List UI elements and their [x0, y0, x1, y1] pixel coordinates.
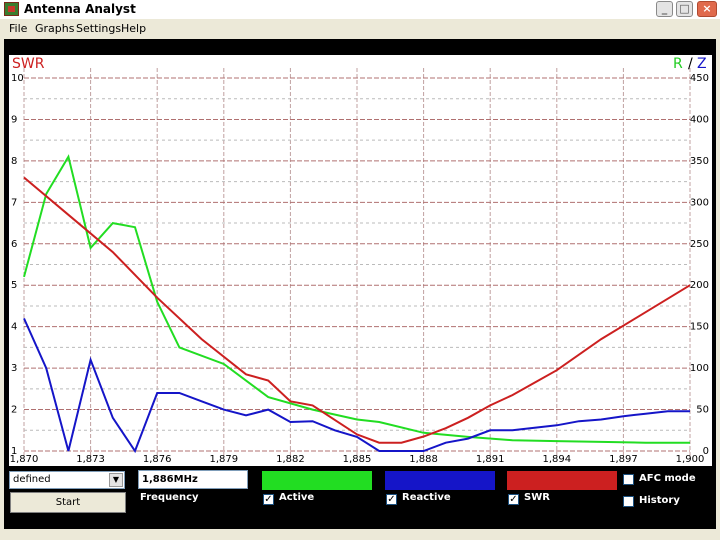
mode-select-value: defined [13, 474, 51, 485]
y-right-tick-label: 250 [690, 239, 709, 250]
reactive-color-swatch[interactable] [385, 471, 495, 490]
y-right-tick-label: 0 [703, 446, 709, 457]
frequency-label: Frequency [140, 492, 199, 503]
afc-mode-label: AFC mode [639, 473, 696, 484]
y-left-tick-label: 2 [11, 405, 17, 416]
x-tick-label: 1,897 [609, 454, 638, 465]
x-tick-label: 1,885 [343, 454, 372, 465]
y-left-tick-label: 6 [11, 239, 17, 250]
x-tick-label: 1,888 [409, 454, 438, 465]
reactive-checkbox[interactable]: ✓ [386, 494, 397, 505]
y-left-tick-label: 5 [11, 280, 17, 291]
axis-separator: / [688, 56, 693, 72]
chart-background [9, 55, 712, 466]
reactive-label: Reactive [402, 492, 451, 503]
y-right-tick-label: 400 [690, 114, 709, 125]
active-label: Active [279, 492, 315, 503]
x-tick-label: 1,882 [276, 454, 305, 465]
x-tick-label: 1,891 [476, 454, 505, 465]
x-tick-label: 1,900 [676, 454, 705, 465]
swr-checkbox[interactable]: ✓ [508, 494, 519, 505]
y-left-tick-label: 4 [11, 322, 17, 333]
afc-mode-checkbox[interactable] [623, 474, 634, 485]
app-window: Antenna Analyst _ □ × File Graphs Settin… [0, 0, 720, 540]
y-right-tick-label: 200 [690, 280, 709, 291]
y-right-tick-label: 50 [696, 405, 709, 416]
y-right-tick-label: 300 [690, 197, 709, 208]
swr-label: SWR [524, 492, 550, 503]
y-left-tick-label: 1 [11, 446, 17, 457]
y-right-tick-label: 150 [690, 322, 709, 333]
history-label: History [639, 495, 680, 506]
x-tick-label: 1,894 [542, 454, 571, 465]
start-button[interactable]: Start [10, 492, 126, 513]
z-axis-label: Z [697, 56, 707, 72]
swr-axis-label: SWR [12, 56, 45, 72]
y-right-tick-label: 350 [690, 156, 709, 167]
y-left-tick-label: 10 [11, 73, 24, 84]
y-left-tick-label: 7 [11, 197, 17, 208]
active-checkbox[interactable]: ✓ [263, 494, 274, 505]
x-tick-label: 1,876 [143, 454, 172, 465]
antenna-chart: 1,870 1,873 1,876 1,879 1,882 1,885 1,888 1,891… [9, 55, 712, 466]
y-left-tick-label: 9 [11, 114, 17, 125]
x-tick-label: 1,879 [209, 454, 238, 465]
y-right-tick-label: 100 [690, 363, 709, 374]
swr-color-swatch[interactable] [507, 471, 617, 490]
x-tick-label: 1,873 [76, 454, 105, 465]
r-axis-label: R [673, 56, 683, 72]
mode-select[interactable]: defined ▼ [9, 471, 125, 489]
y-left-tick-label: 3 [11, 363, 17, 374]
frequency-field[interactable]: 1,886MHz [138, 470, 248, 489]
active-color-swatch[interactable] [262, 471, 372, 490]
y-right-tick-label: 450 [690, 73, 709, 84]
chevron-down-icon[interactable]: ▼ [109, 473, 123, 487]
history-checkbox[interactable] [623, 496, 634, 507]
y-left-tick-label: 8 [11, 156, 17, 167]
